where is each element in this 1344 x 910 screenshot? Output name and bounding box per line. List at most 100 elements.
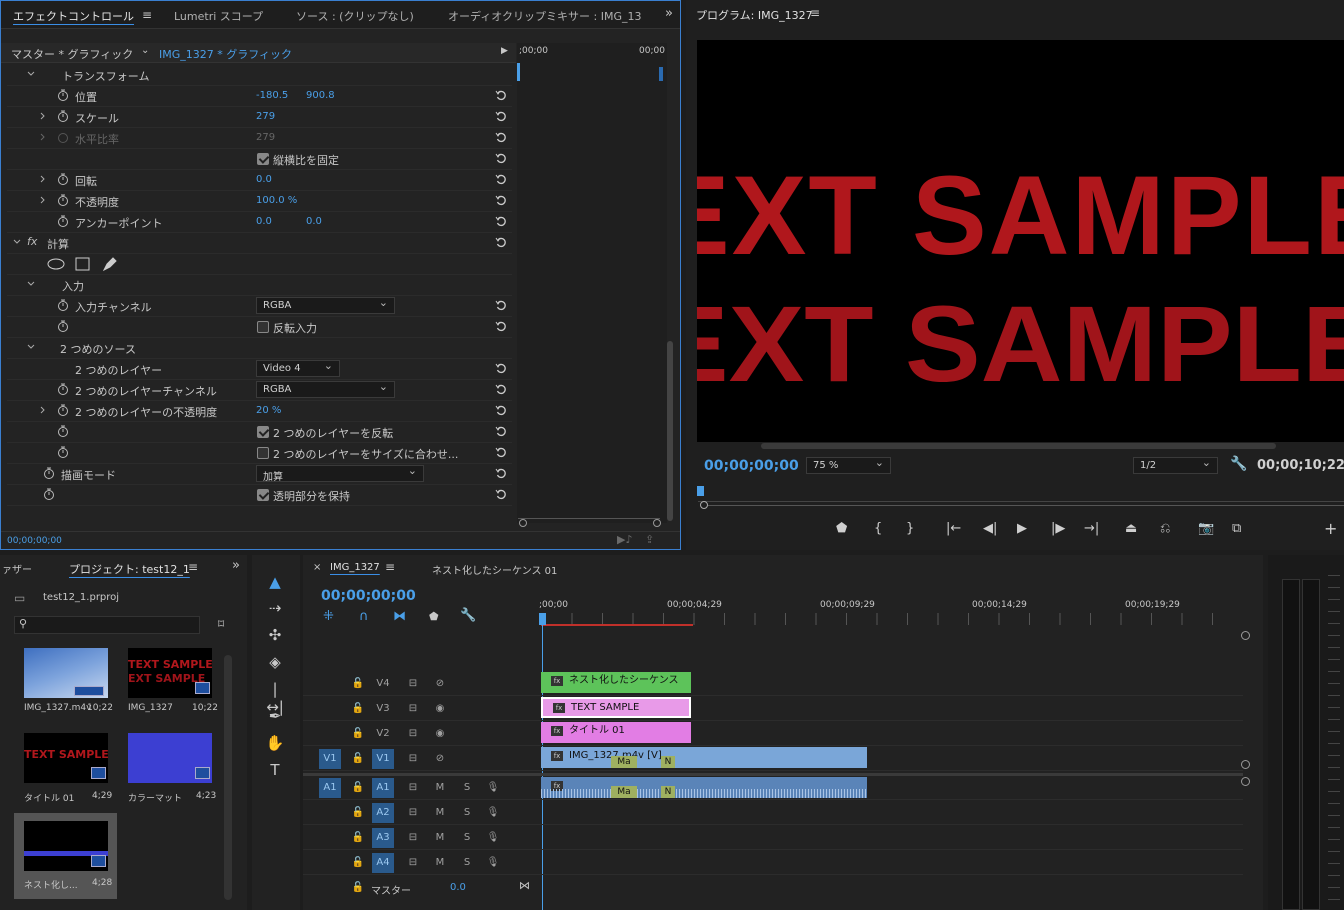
stopwatch-icon[interactable]: [57, 89, 69, 101]
thumb-color-matte[interactable]: [128, 733, 212, 783]
reset-icon[interactable]: [495, 110, 507, 122]
reset-icon[interactable]: [495, 173, 507, 185]
zoom-bar[interactable]: [518, 518, 660, 519]
mute-button[interactable]: M: [429, 828, 451, 848]
reset-icon[interactable]: [495, 320, 507, 332]
go-to-end-icon[interactable]: ⋈: [519, 879, 530, 892]
mini-playhead[interactable]: [517, 63, 520, 81]
text-sample-clip[interactable]: fx TEXT SAMPLE: [541, 697, 691, 718]
camera-icon[interactable]: 📷: [1198, 521, 1214, 536]
thumb-img1327-m4v[interactable]: [24, 648, 108, 698]
mute-button[interactable]: M: [429, 778, 451, 798]
project-scrollbar[interactable]: [224, 655, 232, 900]
sync-lock-icon[interactable]: ⊟: [402, 803, 424, 823]
lock-icon[interactable]: 🔓: [347, 674, 369, 694]
export-icon[interactable]: ⇪: [645, 533, 654, 546]
work-area-bar[interactable]: [541, 624, 693, 626]
play-audio-icon[interactable]: ▶♪: [617, 533, 632, 546]
mark-out-icon[interactable]: }: [906, 521, 914, 536]
rectangle-mask-icon[interactable]: [75, 257, 90, 271]
ec-timecode[interactable]: 00;00;00;00: [7, 536, 62, 546]
lock-icon[interactable]: 🔓: [347, 853, 369, 873]
solo-button[interactable]: S: [456, 828, 478, 848]
play-triangle-icon[interactable]: ▶: [501, 46, 508, 56]
reset-icon[interactable]: [495, 299, 507, 311]
sync-lock-icon[interactable]: ⊟: [402, 778, 424, 798]
compare-icon[interactable]: ⧉: [1232, 521, 1241, 536]
nest-toggle-icon[interactable]: ⁜: [323, 609, 334, 624]
mute-button[interactable]: M: [429, 803, 451, 823]
chevron-right-icon[interactable]: [39, 196, 47, 204]
play-icon[interactable]: ▶: [1017, 521, 1027, 536]
stopwatch-icon[interactable]: [57, 194, 69, 206]
chevron-right-icon[interactable]: [39, 133, 47, 141]
thumb-nested-seq[interactable]: [24, 821, 108, 871]
mute-button[interactable]: M: [429, 853, 451, 873]
reset-icon[interactable]: [495, 236, 507, 248]
eye-hidden-icon[interactable]: ⊘: [429, 749, 451, 769]
chevron-right-icon[interactable]: [39, 175, 47, 183]
program-ruler[interactable]: [698, 488, 1344, 502]
panel-menu-icon[interactable]: ≡: [142, 8, 152, 22]
eye-icon[interactable]: ◉: [429, 699, 451, 719]
lock-icon[interactable]: 🔓: [347, 778, 369, 798]
reset-icon[interactable]: [495, 362, 507, 374]
second-opacity-value[interactable]: 20 %: [256, 405, 281, 416]
lock-icon[interactable]: 🔓: [347, 828, 369, 848]
slip-tool-icon[interactable]: |↔|: [264, 680, 286, 716]
rotation-value[interactable]: 0.0: [256, 174, 272, 185]
sync-lock-icon[interactable]: ⊟: [402, 724, 424, 744]
chevron-down-icon[interactable]: ⌄: [141, 45, 149, 56]
clip-label[interactable]: IMG_1327 * グラフィック: [159, 46, 292, 62]
zoom-dropdown[interactable]: 75 %: [806, 456, 891, 474]
lock-icon[interactable]: 🔓: [347, 699, 369, 719]
preserve-checkbox[interactable]: [257, 489, 269, 501]
track-label[interactable]: V3: [372, 699, 394, 719]
stopwatch-icon[interactable]: [57, 383, 69, 395]
nest-clip[interactable]: fx ネスト化したシーケンス: [541, 672, 691, 693]
stopwatch-icon[interactable]: [57, 173, 69, 185]
zoom-handle-mid[interactable]: [1241, 760, 1250, 769]
viewer-scrollbar[interactable]: [761, 443, 1276, 449]
track-label[interactable]: V1: [372, 749, 394, 769]
snap-magnet-icon[interactable]: ∩: [359, 609, 369, 624]
zoom-handle-right[interactable]: [653, 519, 661, 527]
reset-icon[interactable]: [495, 467, 507, 479]
go-to-out-icon[interactable]: →|: [1084, 521, 1099, 536]
tab-nested-sequence[interactable]: ネスト化したシーケンス 01: [432, 562, 557, 577]
chevron-right-icon[interactable]: [39, 112, 47, 120]
tab-audio-clip-mixer[interactable]: オーディオクリップミキサー : IMG_1327: [448, 8, 641, 24]
scrollbar[interactable]: [667, 341, 673, 521]
ellipse-mask-icon[interactable]: [47, 258, 65, 270]
extract-icon[interactable]: ⎌: [1160, 521, 1170, 536]
input-channel-dropdown[interactable]: RGBA: [256, 296, 395, 314]
chevron-down-icon[interactable]: [27, 70, 35, 78]
microphone-icon[interactable]: 🎙: [482, 803, 504, 823]
chevron-down-icon[interactable]: [27, 280, 35, 288]
panel-menu-icon[interactable]: ≡: [810, 6, 820, 20]
thumb-img1327-seq[interactable]: TEXT SAMPLE EXT SAMPLE: [128, 648, 212, 698]
reset-icon[interactable]: [495, 194, 507, 206]
microphone-icon[interactable]: 🎙: [482, 828, 504, 848]
new-bin-icon[interactable]: ⌑: [218, 617, 224, 631]
wrench-icon[interactable]: 🔧: [1230, 456, 1247, 472]
tab-effect-controls[interactable]: エフェクトコントロール: [13, 8, 134, 24]
selection-tool-icon[interactable]: ▲: [264, 573, 286, 593]
type-tool-icon[interactable]: T: [264, 761, 286, 781]
invert-second-checkbox[interactable]: [257, 426, 269, 438]
anchor-y-value[interactable]: 0.0: [306, 216, 322, 227]
second-channel-dropdown[interactable]: RGBA: [256, 380, 395, 398]
lift-icon[interactable]: ⏏: [1125, 521, 1137, 536]
zoom-handle-left[interactable]: [700, 501, 708, 509]
hand-tool-icon[interactable]: ✋: [264, 734, 286, 754]
video-clip[interactable]: fx IMG_1327.m4v [V] Ma N: [541, 747, 867, 768]
solo-button[interactable]: S: [456, 853, 478, 873]
pen-tool-icon[interactable]: ✒: [264, 707, 286, 727]
stopwatch-icon[interactable]: [57, 446, 69, 458]
panel-menu-icon[interactable]: ≡: [385, 560, 395, 574]
master-value[interactable]: 0.0: [450, 882, 466, 893]
microphone-icon[interactable]: 🎙: [482, 853, 504, 873]
stopwatch-icon[interactable]: [57, 215, 69, 227]
scale-value[interactable]: 279: [256, 111, 275, 122]
lock-icon[interactable]: 🔓: [347, 749, 369, 769]
